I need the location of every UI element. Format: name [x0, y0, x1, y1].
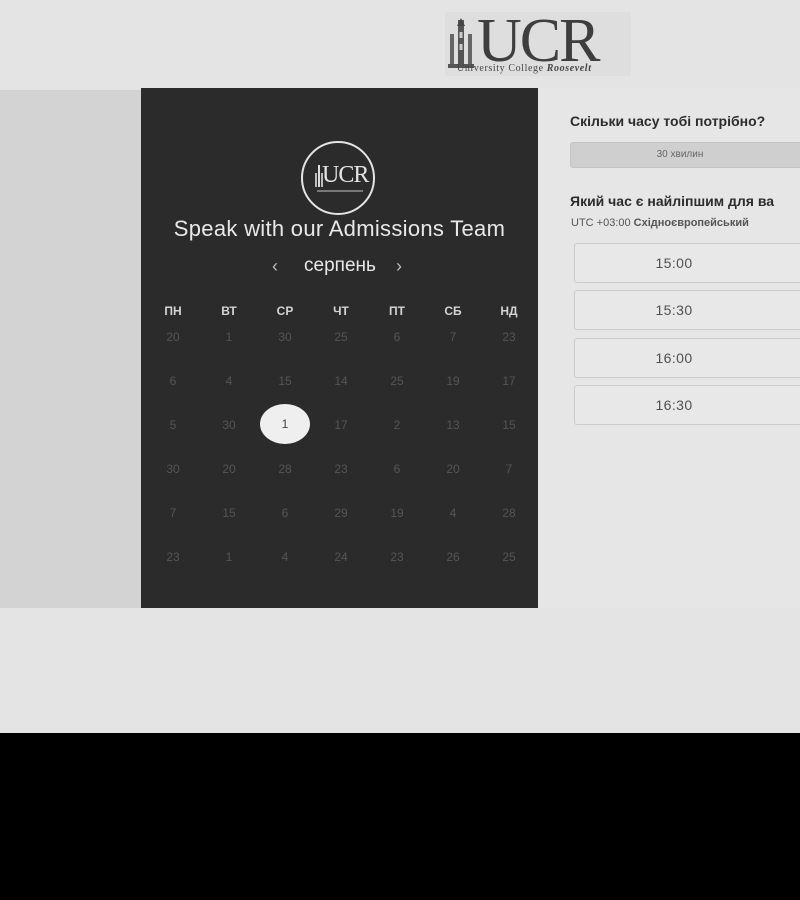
circle-logo-tagline-mark [317, 190, 363, 192]
calendar-day[interactable]: 25 [489, 550, 529, 564]
panel-title: Speak with our Admissions Team [173, 216, 506, 241]
logo-tagline-bold: Roosevelt [546, 63, 592, 74]
calendar-day[interactable]: 29 [321, 506, 361, 520]
calendar-day[interactable]: 7 [153, 506, 193, 520]
circle-logo-letters: UCR [322, 162, 369, 188]
timezone-name: Східноєвропейський [633, 217, 749, 229]
calendar-day[interactable]: 1 [209, 330, 249, 344]
calendar-day[interactable]: 19 [433, 374, 473, 388]
calendar-day[interactable]: 4 [209, 374, 249, 388]
calendar-day[interactable]: 6 [377, 330, 417, 344]
calendar-day[interactable]: 26 [433, 550, 473, 564]
time-slot-button[interactable]: 16:30 [574, 385, 800, 425]
calendar-day[interactable]: 15 [489, 418, 529, 432]
calendar-day[interactable]: 7 [489, 462, 529, 476]
calendar-day[interactable]: 28 [489, 506, 529, 520]
ucr-logo[interactable]: UCR University College Roosevelt [445, 7, 631, 76]
duration-question: Скільки часу тобі потрібно? [570, 113, 766, 129]
calendar-day[interactable]: 28 [265, 462, 305, 476]
weekday-label: СБ [444, 304, 462, 318]
calendar-day[interactable]: 20 [433, 462, 473, 476]
logo-tagline-plain: University College [457, 63, 547, 74]
timezone-offset: UTC +03:00 [571, 217, 634, 229]
calendar-day[interactable]: 6 [377, 462, 417, 476]
calendar-day[interactable]: 23 [489, 330, 529, 344]
calendar-day[interactable]: 6 [265, 506, 305, 520]
weekday-label: СР [276, 304, 294, 318]
weekday-label: НД [500, 304, 518, 318]
calendar-day[interactable]: 6 [153, 374, 193, 388]
calendar-day[interactable]: 30 [153, 462, 193, 476]
calendar-panel: UCR Speak with our Admissions Team ‹ сер… [141, 88, 538, 608]
time-slot-button[interactable]: 16:00 [574, 338, 800, 378]
circle-logo: UCR [301, 141, 375, 215]
calendar-day[interactable]: 7 [433, 330, 473, 344]
month-navigation: ‹ серпень › [141, 255, 538, 284]
month-label: серпень [304, 255, 376, 276]
calendar-day[interactable]: 20 [209, 462, 249, 476]
weekday-label: ЧТ [333, 304, 349, 318]
weekday-label: ПН [164, 304, 182, 318]
calendar-day[interactable]: 15 [265, 374, 305, 388]
time-question: Який час є найліпшим для ва [570, 193, 775, 209]
calendar-day[interactable]: 1 [209, 550, 249, 564]
left-margin-shadow [0, 90, 141, 608]
calendar-day[interactable]: 5 [153, 418, 193, 432]
calendar-day[interactable]: 4 [433, 506, 473, 520]
calendar-day[interactable]: 23 [321, 462, 361, 476]
duration-select[interactable]: 30 хвилин [570, 142, 800, 168]
logo-tagline: University College Roosevelt [457, 63, 592, 74]
calendar-day[interactable]: 2 [377, 418, 417, 432]
calendar-day[interactable]: 20 [153, 330, 193, 344]
calendar-day-selected[interactable]: 1 [260, 404, 310, 444]
calendar-day[interactable]: 4 [265, 550, 305, 564]
weekday-label: ПТ [389, 304, 405, 318]
booking-panel: Скільки часу тобі потрібно? 30 хвилин Як… [538, 88, 800, 608]
calendar-day[interactable]: 19 [377, 506, 417, 520]
calendar-day[interactable]: 13 [433, 418, 473, 432]
time-slot-button[interactable]: 15:30 [574, 290, 800, 330]
calendar-day[interactable]: 25 [377, 374, 417, 388]
calendar-day[interactable]: 23 [377, 550, 417, 564]
calendar-day[interactable]: 30 [209, 418, 249, 432]
timezone-label[interactable]: UTC +03:00 Східноєвропейський [571, 217, 749, 229]
time-slot-button[interactable]: 15:00 [574, 243, 800, 283]
calendar-day[interactable]: 25 [321, 330, 361, 344]
calendar-day[interactable]: 17 [321, 418, 361, 432]
calendar-day[interactable]: 30 [265, 330, 305, 344]
calendar-day[interactable]: 14 [321, 374, 361, 388]
chevron-right-icon[interactable]: › [396, 256, 402, 277]
calendar-day[interactable]: 24 [321, 550, 361, 564]
calendar-day[interactable]: 23 [153, 550, 193, 564]
chevron-left-icon[interactable]: ‹ [272, 256, 278, 277]
calendar-day[interactable]: 17 [489, 374, 529, 388]
calendar-day[interactable]: 15 [209, 506, 249, 520]
weekday-label: ВТ [221, 304, 237, 318]
